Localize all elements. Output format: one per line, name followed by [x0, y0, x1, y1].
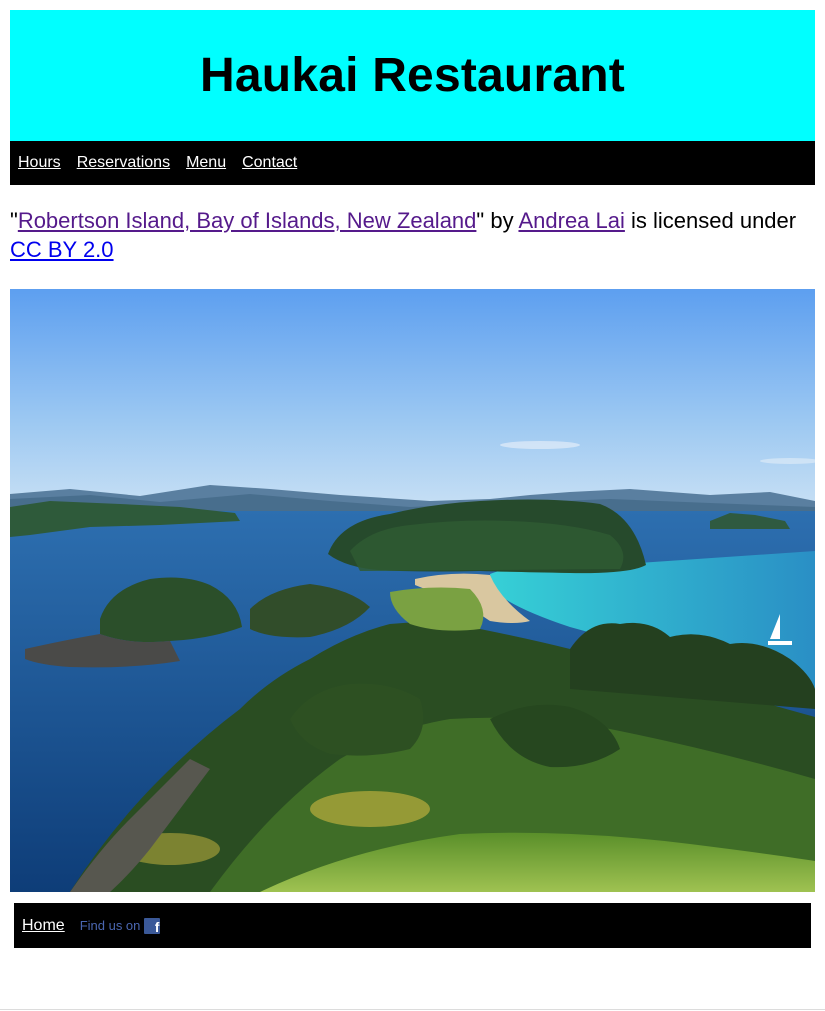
find-us-label: Find us on	[79, 918, 141, 933]
facebook-icon: f	[144, 917, 161, 934]
attribution-licensed-text: is licensed under	[624, 208, 797, 233]
author-link[interactable]: Andrea Lai	[518, 208, 624, 233]
attribution-quote-open: "	[10, 208, 18, 233]
home-link[interactable]: Home	[22, 917, 65, 935]
facebook-link[interactable]: Find us on f	[79, 917, 161, 934]
page-bottom-divider	[0, 1009, 825, 1010]
photo-title-link[interactable]: Robertson Island, Bay of Islands, New Ze…	[18, 208, 477, 233]
nav-link-hours[interactable]: Hours	[18, 154, 61, 172]
site-header: Haukai Restaurant	[10, 10, 815, 141]
nav-link-reservations[interactable]: Reservations	[77, 154, 170, 172]
site-footer: Home Find us on f	[14, 903, 811, 948]
island-photo	[10, 289, 815, 892]
main-nav: Hours Reservations Menu Contact	[10, 141, 815, 185]
page-title: Haukai Restaurant	[200, 49, 625, 102]
nav-link-contact[interactable]: Contact	[242, 154, 297, 172]
attribution-by-text: " by	[476, 208, 519, 233]
nav-link-menu[interactable]: Menu	[186, 154, 226, 172]
photo-attribution: "Robertson Island, Bay of Islands, New Z…	[10, 206, 815, 264]
license-link[interactable]: CC BY 2.0	[10, 237, 114, 262]
